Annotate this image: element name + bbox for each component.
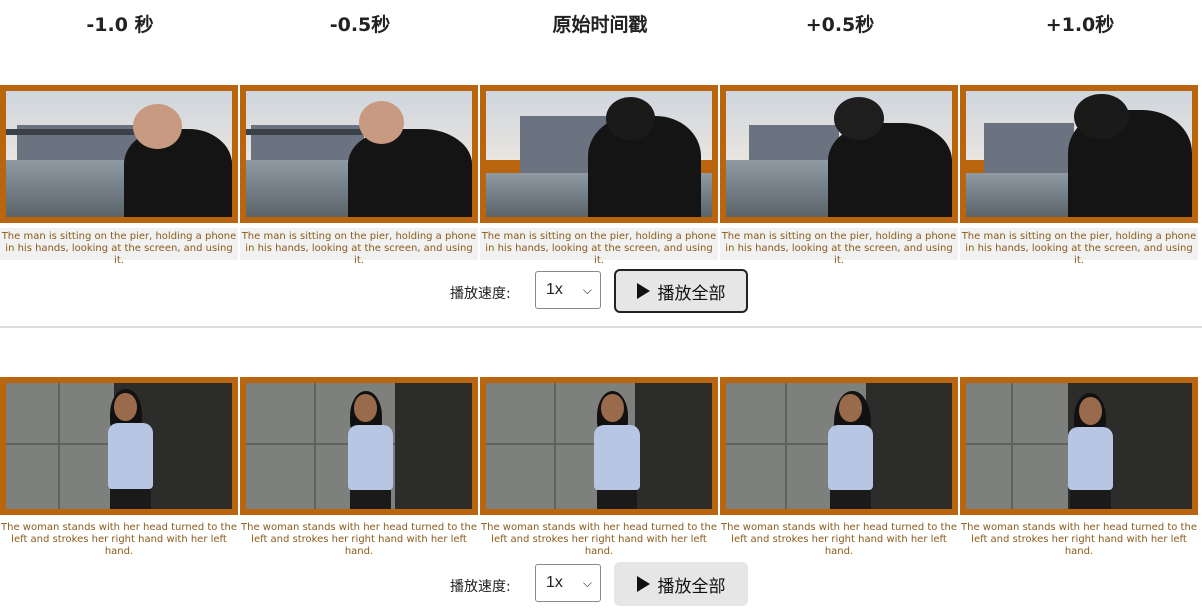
caption-woman-3: The woman stands with her head turned to… xyxy=(481,522,717,557)
speed-select[interactable]: 1x ⌵ xyxy=(535,271,601,309)
playback-controls-row1: 播放速度: 1x ⌵ 播放全部 xyxy=(0,269,1202,313)
caption-man-3: The man is sitting on the pier, holding … xyxy=(480,228,718,266)
speed-select[interactable]: 1x ⌵ xyxy=(535,564,601,602)
chevron-down-icon: ⌵ xyxy=(582,283,592,297)
speed-value: 1x xyxy=(546,281,563,298)
play-all-label: 播放全部 xyxy=(657,283,726,304)
caption-woman-4: The woman stands with her head turned to… xyxy=(721,522,957,557)
wall-scene-image xyxy=(246,383,472,509)
speed-label: 播放速度: xyxy=(450,579,511,595)
video-frame-man-2[interactable] xyxy=(240,85,478,223)
video-frame-woman-3[interactable] xyxy=(480,377,718,515)
wall-scene-image xyxy=(726,383,952,509)
video-frame-woman-2[interactable] xyxy=(240,377,478,515)
pier-scene-image xyxy=(6,91,232,217)
play-all-label: 播放全部 xyxy=(657,576,726,597)
video-frame-man-1[interactable] xyxy=(0,85,238,223)
playback-controls-row2: 播放速度: 1x ⌵ 播放全部 xyxy=(0,562,1202,606)
pier-scene-image xyxy=(726,91,952,217)
header-minus-1s: -1.0 秒 xyxy=(86,14,154,36)
timestamp-header: -1.0 秒 -0.5秒 原始时间戳 +0.5秒 +1.0秒 xyxy=(0,0,1202,70)
header-original: 原始时间戳 xyxy=(552,14,648,36)
caption-man-5: The man is sitting on the pier, holding … xyxy=(960,228,1198,266)
header-minus-0-5s: -0.5秒 xyxy=(329,14,391,36)
caption-man-2: The man is sitting on the pier, holding … xyxy=(240,228,478,266)
caption-man-1: The man is sitting on the pier, holding … xyxy=(0,228,238,266)
caption-man-4: The man is sitting on the pier, holding … xyxy=(720,228,958,266)
video-frame-woman-1[interactable] xyxy=(0,377,238,515)
video-frame-woman-4[interactable] xyxy=(720,377,958,515)
caption-woman-1: The woman stands with her head turned to… xyxy=(1,522,237,557)
play-all-button[interactable]: 播放全部 xyxy=(614,269,748,313)
video-frame-man-5[interactable] xyxy=(960,85,1198,223)
caption-woman-5: The woman stands with her head turned to… xyxy=(961,522,1197,557)
wall-scene-image xyxy=(6,383,232,509)
pier-scene-image xyxy=(246,91,472,217)
header-plus-0-5s: +0.5秒 xyxy=(805,14,875,36)
wall-scene-image xyxy=(966,383,1192,509)
caption-woman-2: The woman stands with her head turned to… xyxy=(241,522,477,557)
play-icon xyxy=(636,283,650,299)
chevron-down-icon: ⌵ xyxy=(582,576,592,590)
video-frame-woman-5[interactable] xyxy=(960,377,1198,515)
speed-label: 播放速度: xyxy=(450,286,511,302)
speed-value: 1x xyxy=(546,574,563,591)
header-plus-1s: +1.0秒 xyxy=(1045,14,1115,36)
video-frame-man-4[interactable] xyxy=(720,85,958,223)
play-icon xyxy=(636,576,650,592)
pier-scene-image xyxy=(486,91,712,217)
pier-scene-image xyxy=(966,91,1192,217)
play-all-button[interactable]: 播放全部 xyxy=(614,562,748,606)
wall-scene-image xyxy=(486,383,712,509)
section-divider xyxy=(0,326,1202,328)
video-frame-man-3[interactable] xyxy=(480,85,718,223)
